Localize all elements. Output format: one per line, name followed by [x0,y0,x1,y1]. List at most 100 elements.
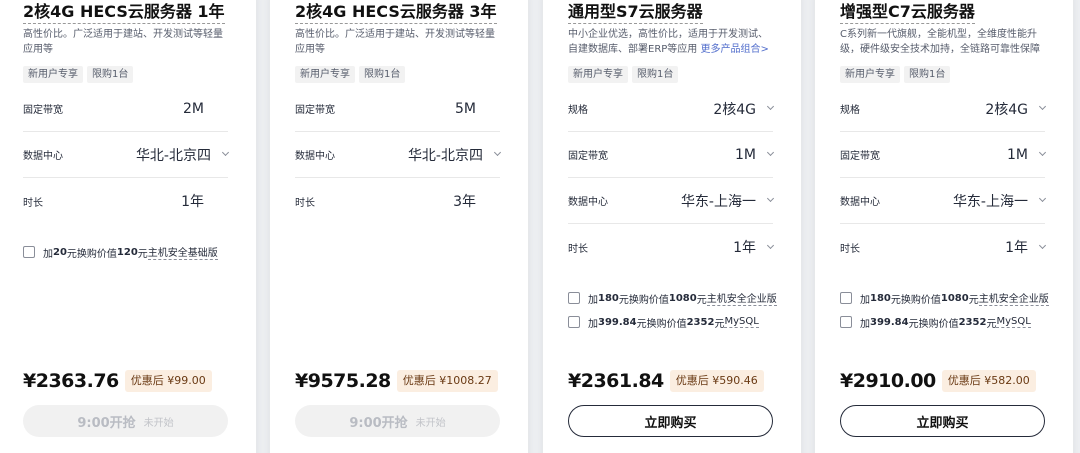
discount-badge: 优惠后 ¥590.46 [669,370,764,392]
product-description: C系列新一代旗舰，全能机型，全维度性能升 级，硬件级安全技术加持，全链路可靠性保障 [840,27,1045,57]
spec-select[interactable]: 华东-上海一 [681,191,775,211]
spec-value-text: 2核4G [985,101,1028,118]
price: ¥2910.00 [840,370,936,392]
chevron-down-icon[interactable] [1038,194,1047,203]
description-text: 级，硬件级安全技术加持，全链路可靠性保障 [840,44,1040,55]
addon-amount: 180 [870,292,891,304]
addon-checkbox[interactable] [23,246,35,258]
spec-select[interactable]: 1M [1007,146,1047,163]
spec-row[interactable]: 规格 2核4G [840,86,1047,132]
addon-worth: 2352 [686,316,715,328]
chevron-down-icon[interactable] [766,194,775,203]
addon-product-link[interactable]: MySQL [724,316,759,328]
addon-option[interactable]: 加 180 元换购价值 1080 元主机安全企业版 [568,290,777,306]
chevron-down-icon[interactable] [221,148,230,157]
spec-row[interactable]: 固定带宽 1M [568,132,775,178]
button-label: 9:00开抢 [77,415,136,431]
product-title[interactable]: 通用型S7云服务器 [568,0,703,24]
chevron-down-icon[interactable] [1038,148,1047,157]
product-description: 中小企业优选，高性价比，适用于开发测试、 自建数据库、部署ERP等应用 更多产品组… [568,27,773,57]
more-products-link[interactable]: 更多产品组合> [700,44,768,55]
price-row: ¥2361.84 优惠后 ¥590.46 [568,368,773,394]
spec-label: 时长 [295,197,315,209]
description-text: 应用等 [23,44,53,55]
spec-row[interactable]: 规格 2核4G [568,86,775,132]
spec-select[interactable]: 华北-北京四 [407,145,502,165]
buy-now-button[interactable]: 立即购买 [840,405,1045,437]
button-status: 未开始 [415,417,446,429]
addon-product-link[interactable]: MySQL [996,316,1031,328]
spec-select[interactable]: 华北-北京四 [136,145,230,165]
spec-label: 时长 [23,197,43,209]
chevron-down-icon[interactable] [766,148,775,157]
description-line: 应用等 [295,42,500,57]
spec-row[interactable]: 时长 1年 [568,224,775,270]
price-row: ¥2363.76 优惠后 ¥99.00 [23,368,228,394]
addon-option[interactable]: 加 180 元换购价值 1080 元主机安全企业版 [840,290,1049,306]
spec-select[interactable]: 1M [735,147,775,163]
discount-badge: 优惠后 ¥99.00 [124,370,212,392]
spec-label: 时长 [840,243,860,255]
spec-label: 数据中心 [568,197,608,208]
addon-worth: 1080 [940,292,969,304]
card-content: 2核4G HECS云服务器 1年高性价比。广泛适用于建站、开发测试等轻量 应用等新… [23,0,230,453]
addon-option[interactable]: 加 20 元换购价值 120 元主机安全基础版 [23,244,228,260]
product-tag: 限购1台 [904,66,951,83]
chevron-down-icon[interactable] [766,241,775,249]
product-tag: 新用户专享 [840,66,900,83]
product-tag: 限购1台 [359,66,406,83]
spec-select[interactable]: 华东-上海一 [953,191,1047,211]
spec-select[interactable]: 2核4G [985,99,1047,119]
spec-row[interactable]: 数据中心 华东-上海一 [568,178,775,224]
addon-checkbox[interactable] [840,292,852,304]
chevron-down-icon[interactable] [1038,102,1047,111]
product-tag: 新用户专享 [23,66,83,83]
spec-select[interactable]: 2核4G [713,99,775,119]
description-text: 高性价比。广泛适用于建站、开发测试等轻量 [23,29,223,40]
addon-product-link[interactable]: 主机安全企业版 [978,290,1049,306]
product-title[interactable]: 增强型C7云服务器 [840,0,975,24]
product-title[interactable]: 2核4G HECS云服务器 1年 [23,0,225,24]
tag-list: 新用户专享 限购1台 [568,66,679,83]
addon-product-link[interactable]: 主机安全企业版 [706,290,777,306]
addon-checkbox[interactable] [840,316,852,328]
addon-suffix: 元 [968,294,979,306]
spec-select[interactable]: 1年 [733,237,775,257]
tag-list: 新用户专享 限购1台 [23,66,134,83]
spec-value-text: 1M [1007,146,1028,163]
spec-row[interactable]: 固定带宽 1M [840,132,1047,178]
addon-product-link[interactable]: 主机安全基础版 [147,244,218,260]
spec-row[interactable]: 数据中心 华北-北京四 [295,132,502,178]
spec-value: 2M [183,101,228,117]
spec-select[interactable]: 1年 [1005,237,1047,257]
product-title[interactable]: 2核4G HECS云服务器 3年 [295,0,497,24]
product-card: 通用型S7云服务器中小企业优选，高性价比，适用于开发测试、 自建数据库、部署ERP… [543,0,801,453]
buy-now-button[interactable]: 立即购买 [568,405,773,437]
spec-value-text: 3年 [453,194,476,210]
spec-value-text: 华北-北京四 [407,147,483,164]
spec-value: 1年 [181,191,228,211]
chevron-down-icon[interactable] [493,148,502,157]
price-row: ¥9575.28 优惠后 ¥1008.27 [295,368,500,394]
spec-row[interactable]: 数据中心 华北-北京四 [23,132,230,178]
chevron-down-icon[interactable] [766,102,775,111]
description-text: 应用等 [295,44,325,55]
addon-worth: 1080 [668,292,697,304]
addon-option[interactable]: 加 399.84 元换购价值 2352 元 MySQL [568,314,773,330]
addon-checkbox[interactable] [568,316,580,328]
addon-checkbox[interactable] [568,292,580,304]
spec-label: 数据中心 [23,151,63,162]
description-line: 应用等 [23,42,228,57]
chevron-down-icon[interactable] [1038,241,1047,249]
spec-value-text: 1年 [733,240,756,256]
spec-value-text: 5M [455,100,476,117]
description-line: 自建数据库、部署ERP等应用 更多产品组合> [568,42,773,57]
spec-row[interactable]: 数据中心 华东-上海一 [840,178,1047,224]
spec-row[interactable]: 时长 1年 [840,224,1047,270]
addon-option[interactable]: 加 399.84 元换购价值 2352 元 MySQL [840,314,1045,330]
addon-worth: 2352 [958,316,987,328]
addon-worth: 120 [116,246,138,258]
addon-amount: 180 [598,292,619,304]
card-content: 增强型C7云服务器 C系列新一代旗舰，全能机型，全维度性能升 级，硬件级安全技术加持… [840,0,1049,453]
spec-label: 数据中心 [295,151,335,162]
